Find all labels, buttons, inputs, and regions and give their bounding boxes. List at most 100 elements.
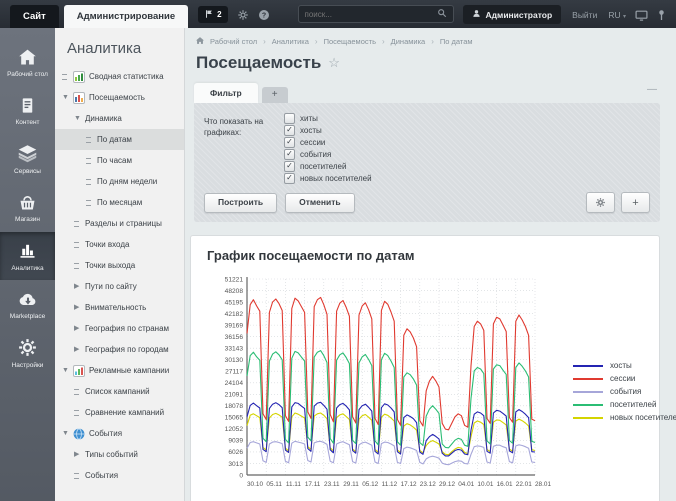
sidebar-item[interactable]: По дням недели — [55, 171, 184, 192]
legend-label: хосты — [610, 361, 632, 370]
sidebar-item[interactable]: ▶География по странам — [55, 318, 184, 339]
campaigns-chart-icon — [73, 365, 85, 377]
help-icon[interactable]: ? — [258, 9, 270, 21]
item-marker-icon — [86, 136, 97, 143]
legend-item: сессии — [573, 374, 676, 383]
filter-settings-gear-button[interactable] — [586, 192, 615, 213]
svg-text:27117: 27117 — [225, 369, 243, 376]
breadcrumb-item[interactable]: По датам — [440, 37, 473, 46]
add-field-button[interactable]: + — [621, 192, 650, 213]
sidebar-item[interactable]: Точки входа — [55, 234, 184, 255]
filter-checkbox-row[interactable]: ✓хосты — [284, 125, 372, 136]
visits-chart-icon — [73, 92, 85, 104]
tab-administration[interactable]: Администрирование — [64, 5, 188, 28]
legend-line-swatch — [573, 365, 603, 367]
sidebar-item[interactable]: ▼Посещаемость — [55, 87, 184, 108]
tab-site[interactable]: Сайт — [10, 5, 59, 28]
chart-area: 0301360269039120521506518078210912410427… — [207, 275, 659, 500]
sidebar-item[interactable]: ▼ Рекламные кампании — [55, 360, 184, 381]
filter-checkbox-row[interactable]: ✓новых посетителей — [284, 173, 372, 184]
legend-item: события — [573, 387, 676, 396]
build-button[interactable]: Построить — [204, 193, 277, 213]
collapse-filter-button[interactable]: — — [647, 85, 657, 95]
sidebar-item[interactable]: Сравнение кампаний — [55, 402, 184, 423]
add-filter-tab-button[interactable]: + — [262, 87, 288, 103]
page-title: Посещаемость ☆ — [186, 46, 676, 73]
sidebar-title: Аналитика — [55, 28, 184, 66]
svg-text:24104: 24104 — [225, 380, 244, 387]
svg-text:42182: 42182 — [225, 311, 244, 318]
cancel-button[interactable]: Отменить — [285, 193, 355, 213]
favorite-star-icon[interactable]: ☆ — [328, 55, 340, 71]
sidebar-item-label: География по странам — [85, 324, 169, 333]
svg-text:23.11: 23.11 — [324, 481, 340, 488]
cloud-download-icon — [17, 288, 39, 310]
sidebar-item[interactable]: По месяцам — [55, 192, 184, 213]
rail-item-shop[interactable]: Магазин — [0, 183, 55, 231]
left-rail: Рабочий столКонтентСервисыМагазин Аналити… — [0, 28, 55, 501]
filter-checkbox-row[interactable]: ✓посетителей — [284, 161, 372, 172]
rail-item-settings[interactable]: Настройки — [0, 329, 55, 377]
sidebar-item-label: По месяцам — [97, 198, 142, 207]
svg-text:30.10: 30.10 — [247, 481, 263, 488]
rail-item-services[interactable]: Сервисы — [0, 135, 55, 183]
breadcrumb-item[interactable]: Посещаемость — [324, 37, 376, 46]
sidebar-item[interactable]: ▼События — [55, 423, 184, 444]
rail-item-desktop[interactable]: Рабочий стол — [0, 38, 55, 86]
gear-icon[interactable] — [237, 9, 249, 21]
language-dropdown[interactable]: RU ▾ — [608, 10, 626, 20]
sidebar-item[interactable]: События — [55, 465, 184, 486]
chevron-down-icon: ▼ — [62, 367, 73, 374]
chart-card: График посещаемости по датам 03013602690… — [190, 235, 660, 501]
checkbox[interactable]: ✓ — [284, 125, 295, 136]
filter-checkbox-row[interactable]: ✓сессии — [284, 137, 372, 148]
checkbox[interactable]: ✓ — [284, 173, 295, 184]
checkbox[interactable]: ✓ — [284, 149, 295, 160]
checkbox[interactable] — [284, 113, 295, 124]
sidebar-item[interactable]: По часам — [55, 150, 184, 171]
sidebar-item[interactable]: ▶Типы событий — [55, 444, 184, 465]
rail-item-label: Настройки — [12, 362, 44, 370]
filter-tab[interactable]: Фильтр — [194, 83, 258, 103]
sidebar-item[interactable]: Сводная статистика — [55, 66, 184, 87]
sidebar-item-label: Рекламные кампании — [89, 366, 169, 375]
filter-checkbox-row[interactable]: хиты — [284, 113, 372, 124]
breadcrumb-item[interactable]: Динамика — [391, 37, 426, 46]
chevron-right-icon: ▶ — [74, 325, 85, 332]
user-menu-button[interactable]: Администратор — [463, 5, 562, 24]
filter-checkbox-row[interactable]: ✓события — [284, 149, 372, 160]
topbar: Сайт Администрирование 2 ? Администратор… — [0, 0, 676, 28]
breadcrumb-item[interactable]: Рабочий стол — [210, 37, 257, 46]
svg-text:30130: 30130 — [225, 357, 244, 364]
sidebar-item[interactable]: ▶География по городам — [55, 339, 184, 360]
breadcrumb-item[interactable]: Аналитика — [272, 37, 309, 46]
chevron-right-icon: ▶ — [74, 451, 85, 458]
rail-item-marketplace[interactable]: Marketplace — [0, 280, 55, 328]
logout-link[interactable]: Выйти — [572, 10, 597, 20]
sidebar-item[interactable]: ▼Динамика — [55, 108, 184, 129]
item-marker-icon — [74, 241, 85, 248]
sidebar-item[interactable]: ▶Внимательность — [55, 297, 184, 318]
sidebar-item[interactable]: По датам — [55, 129, 184, 150]
sidebar-item[interactable]: ▶Пути по сайту — [55, 276, 184, 297]
legend-label: сессии — [610, 374, 635, 383]
rail-item-analytics[interactable]: Аналитика — [0, 232, 55, 280]
notifications-button[interactable]: 2 — [198, 6, 227, 23]
sidebar-item[interactable]: Разделы и страницы — [55, 213, 184, 234]
sidebar-item[interactable]: Точки выхода — [55, 255, 184, 276]
sidebar-item-label: Пути по сайту — [85, 282, 137, 291]
sidebar-item[interactable]: Список кампаний — [55, 381, 184, 402]
search-icon[interactable] — [437, 5, 447, 23]
checkbox[interactable]: ✓ — [284, 161, 295, 172]
filter-question-label: Что показать на графиках: — [204, 113, 284, 184]
checkbox[interactable]: ✓ — [284, 137, 295, 148]
rail-item-label: Аналитика — [11, 265, 43, 273]
rail-item-content[interactable]: Контент — [0, 86, 55, 134]
search-input[interactable] — [305, 10, 437, 19]
chevron-down-icon: ▾ — [623, 14, 626, 20]
breadcrumb-separator-icon: › — [315, 37, 318, 46]
chevron-down-icon: ▼ — [74, 115, 85, 122]
sidebar-item-label: Сводная статистика — [89, 72, 164, 81]
pin-icon[interactable] — [657, 9, 666, 21]
monitor-icon[interactable] — [635, 10, 648, 21]
